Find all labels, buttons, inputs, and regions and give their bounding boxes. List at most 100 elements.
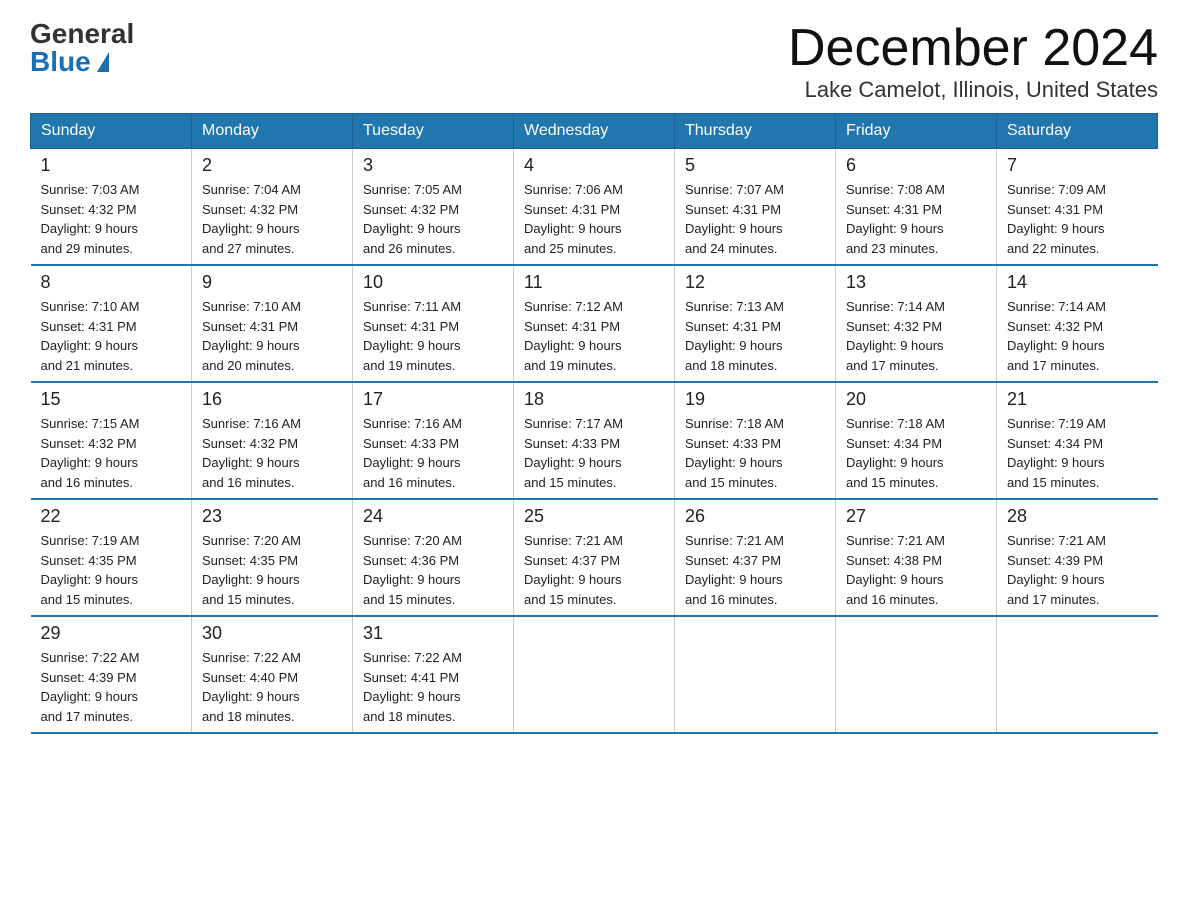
table-row: 3 Sunrise: 7:05 AM Sunset: 4:32 PM Dayli… bbox=[353, 149, 514, 266]
day-info: Sunrise: 7:09 AM Sunset: 4:31 PM Dayligh… bbox=[1007, 180, 1148, 258]
table-row: 16 Sunrise: 7:16 AM Sunset: 4:32 PM Dayl… bbox=[192, 382, 353, 499]
table-row: 8 Sunrise: 7:10 AM Sunset: 4:31 PM Dayli… bbox=[31, 265, 192, 382]
day-number: 23 bbox=[202, 506, 342, 527]
day-info: Sunrise: 7:16 AM Sunset: 4:33 PM Dayligh… bbox=[363, 414, 503, 492]
table-row: 10 Sunrise: 7:11 AM Sunset: 4:31 PM Dayl… bbox=[353, 265, 514, 382]
table-row: 31 Sunrise: 7:22 AM Sunset: 4:41 PM Dayl… bbox=[353, 616, 514, 733]
table-row: 30 Sunrise: 7:22 AM Sunset: 4:40 PM Dayl… bbox=[192, 616, 353, 733]
table-row: 5 Sunrise: 7:07 AM Sunset: 4:31 PM Dayli… bbox=[675, 149, 836, 266]
calendar-table: Sunday Monday Tuesday Wednesday Thursday… bbox=[30, 113, 1158, 734]
day-number: 18 bbox=[524, 389, 664, 410]
page-header: General Blue December 2024 Lake Camelot,… bbox=[30, 20, 1158, 103]
table-row: 15 Sunrise: 7:15 AM Sunset: 4:32 PM Dayl… bbox=[31, 382, 192, 499]
day-info: Sunrise: 7:18 AM Sunset: 4:34 PM Dayligh… bbox=[846, 414, 986, 492]
day-number: 24 bbox=[363, 506, 503, 527]
day-number: 1 bbox=[41, 155, 182, 176]
col-thursday: Thursday bbox=[675, 114, 836, 149]
day-number: 21 bbox=[1007, 389, 1148, 410]
table-row: 17 Sunrise: 7:16 AM Sunset: 4:33 PM Dayl… bbox=[353, 382, 514, 499]
day-number: 2 bbox=[202, 155, 342, 176]
day-info: Sunrise: 7:21 AM Sunset: 4:37 PM Dayligh… bbox=[685, 531, 825, 609]
day-info: Sunrise: 7:18 AM Sunset: 4:33 PM Dayligh… bbox=[685, 414, 825, 492]
location-title: Lake Camelot, Illinois, United States bbox=[788, 77, 1158, 103]
day-info: Sunrise: 7:19 AM Sunset: 4:35 PM Dayligh… bbox=[41, 531, 182, 609]
day-number: 29 bbox=[41, 623, 182, 644]
day-info: Sunrise: 7:16 AM Sunset: 4:32 PM Dayligh… bbox=[202, 414, 342, 492]
logo-general-text: General bbox=[30, 20, 134, 48]
day-number: 19 bbox=[685, 389, 825, 410]
calendar-week-row: 1 Sunrise: 7:03 AM Sunset: 4:32 PM Dayli… bbox=[31, 149, 1158, 266]
day-number: 16 bbox=[202, 389, 342, 410]
month-title: December 2024 bbox=[788, 20, 1158, 77]
day-info: Sunrise: 7:04 AM Sunset: 4:32 PM Dayligh… bbox=[202, 180, 342, 258]
table-row: 27 Sunrise: 7:21 AM Sunset: 4:38 PM Dayl… bbox=[836, 499, 997, 616]
day-info: Sunrise: 7:22 AM Sunset: 4:40 PM Dayligh… bbox=[202, 648, 342, 726]
day-number: 9 bbox=[202, 272, 342, 293]
table-row bbox=[675, 616, 836, 733]
day-info: Sunrise: 7:10 AM Sunset: 4:31 PM Dayligh… bbox=[202, 297, 342, 375]
day-info: Sunrise: 7:06 AM Sunset: 4:31 PM Dayligh… bbox=[524, 180, 664, 258]
day-number: 14 bbox=[1007, 272, 1148, 293]
day-number: 10 bbox=[363, 272, 503, 293]
calendar-week-row: 22 Sunrise: 7:19 AM Sunset: 4:35 PM Dayl… bbox=[31, 499, 1158, 616]
day-number: 31 bbox=[363, 623, 503, 644]
day-info: Sunrise: 7:14 AM Sunset: 4:32 PM Dayligh… bbox=[1007, 297, 1148, 375]
table-row: 21 Sunrise: 7:19 AM Sunset: 4:34 PM Dayl… bbox=[997, 382, 1158, 499]
day-number: 13 bbox=[846, 272, 986, 293]
day-info: Sunrise: 7:03 AM Sunset: 4:32 PM Dayligh… bbox=[41, 180, 182, 258]
table-row: 7 Sunrise: 7:09 AM Sunset: 4:31 PM Dayli… bbox=[997, 149, 1158, 266]
day-info: Sunrise: 7:20 AM Sunset: 4:36 PM Dayligh… bbox=[363, 531, 503, 609]
day-number: 8 bbox=[41, 272, 182, 293]
col-friday: Friday bbox=[836, 114, 997, 149]
table-row: 13 Sunrise: 7:14 AM Sunset: 4:32 PM Dayl… bbox=[836, 265, 997, 382]
col-wednesday: Wednesday bbox=[514, 114, 675, 149]
table-row: 23 Sunrise: 7:20 AM Sunset: 4:35 PM Dayl… bbox=[192, 499, 353, 616]
day-info: Sunrise: 7:21 AM Sunset: 4:37 PM Dayligh… bbox=[524, 531, 664, 609]
day-info: Sunrise: 7:21 AM Sunset: 4:38 PM Dayligh… bbox=[846, 531, 986, 609]
table-row bbox=[514, 616, 675, 733]
calendar-week-row: 29 Sunrise: 7:22 AM Sunset: 4:39 PM Dayl… bbox=[31, 616, 1158, 733]
table-row: 11 Sunrise: 7:12 AM Sunset: 4:31 PM Dayl… bbox=[514, 265, 675, 382]
logo-blue-text: Blue bbox=[30, 48, 109, 76]
day-info: Sunrise: 7:15 AM Sunset: 4:32 PM Dayligh… bbox=[41, 414, 182, 492]
table-row: 12 Sunrise: 7:13 AM Sunset: 4:31 PM Dayl… bbox=[675, 265, 836, 382]
day-info: Sunrise: 7:08 AM Sunset: 4:31 PM Dayligh… bbox=[846, 180, 986, 258]
day-info: Sunrise: 7:10 AM Sunset: 4:31 PM Dayligh… bbox=[41, 297, 182, 375]
day-number: 4 bbox=[524, 155, 664, 176]
day-info: Sunrise: 7:05 AM Sunset: 4:32 PM Dayligh… bbox=[363, 180, 503, 258]
day-number: 3 bbox=[363, 155, 503, 176]
day-info: Sunrise: 7:11 AM Sunset: 4:31 PM Dayligh… bbox=[363, 297, 503, 375]
table-row: 28 Sunrise: 7:21 AM Sunset: 4:39 PM Dayl… bbox=[997, 499, 1158, 616]
day-info: Sunrise: 7:14 AM Sunset: 4:32 PM Dayligh… bbox=[846, 297, 986, 375]
day-info: Sunrise: 7:22 AM Sunset: 4:39 PM Dayligh… bbox=[41, 648, 182, 726]
day-info: Sunrise: 7:17 AM Sunset: 4:33 PM Dayligh… bbox=[524, 414, 664, 492]
day-number: 26 bbox=[685, 506, 825, 527]
day-number: 15 bbox=[41, 389, 182, 410]
day-number: 30 bbox=[202, 623, 342, 644]
table-row: 24 Sunrise: 7:20 AM Sunset: 4:36 PM Dayl… bbox=[353, 499, 514, 616]
table-row: 2 Sunrise: 7:04 AM Sunset: 4:32 PM Dayli… bbox=[192, 149, 353, 266]
day-number: 17 bbox=[363, 389, 503, 410]
logo: General Blue bbox=[30, 20, 134, 76]
calendar-week-row: 8 Sunrise: 7:10 AM Sunset: 4:31 PM Dayli… bbox=[31, 265, 1158, 382]
day-info: Sunrise: 7:20 AM Sunset: 4:35 PM Dayligh… bbox=[202, 531, 342, 609]
table-row: 29 Sunrise: 7:22 AM Sunset: 4:39 PM Dayl… bbox=[31, 616, 192, 733]
table-row: 18 Sunrise: 7:17 AM Sunset: 4:33 PM Dayl… bbox=[514, 382, 675, 499]
title-block: December 2024 Lake Camelot, Illinois, Un… bbox=[788, 20, 1158, 103]
col-monday: Monday bbox=[192, 114, 353, 149]
table-row bbox=[997, 616, 1158, 733]
day-number: 11 bbox=[524, 272, 664, 293]
day-info: Sunrise: 7:13 AM Sunset: 4:31 PM Dayligh… bbox=[685, 297, 825, 375]
table-row: 6 Sunrise: 7:08 AM Sunset: 4:31 PM Dayli… bbox=[836, 149, 997, 266]
col-sunday: Sunday bbox=[31, 114, 192, 149]
table-row bbox=[836, 616, 997, 733]
calendar-header-row: Sunday Monday Tuesday Wednesday Thursday… bbox=[31, 114, 1158, 149]
day-info: Sunrise: 7:21 AM Sunset: 4:39 PM Dayligh… bbox=[1007, 531, 1148, 609]
table-row: 19 Sunrise: 7:18 AM Sunset: 4:33 PM Dayl… bbox=[675, 382, 836, 499]
day-number: 7 bbox=[1007, 155, 1148, 176]
col-tuesday: Tuesday bbox=[353, 114, 514, 149]
table-row: 14 Sunrise: 7:14 AM Sunset: 4:32 PM Dayl… bbox=[997, 265, 1158, 382]
day-number: 6 bbox=[846, 155, 986, 176]
day-info: Sunrise: 7:22 AM Sunset: 4:41 PM Dayligh… bbox=[363, 648, 503, 726]
day-number: 20 bbox=[846, 389, 986, 410]
